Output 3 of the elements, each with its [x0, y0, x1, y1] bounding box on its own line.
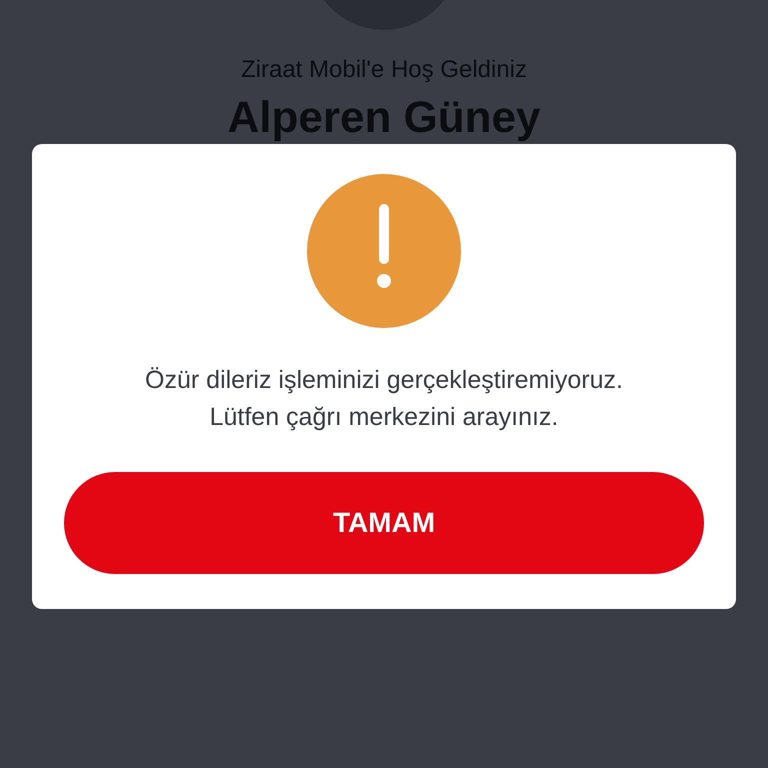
exclamation-icon [307, 174, 461, 328]
ok-button[interactable]: TAMAM [64, 472, 704, 574]
error-message: Özür dileriz işleminizi gerçekleştiremiyoruz. Lütfen çağrı merkezini arayınız. [145, 365, 623, 433]
